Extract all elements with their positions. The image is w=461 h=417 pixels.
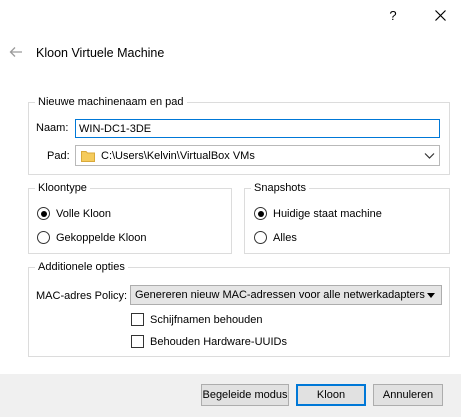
radio-button[interactable] — [37, 231, 50, 244]
guided-mode-button[interactable]: Begeleide modus — [201, 384, 289, 406]
checkbox[interactable] — [131, 335, 144, 348]
mac-policy-value: Genereren nieuw MAC-adressen voor alle n… — [135, 289, 425, 301]
snapshots-group: Snapshots — [244, 181, 450, 254]
radio-button[interactable] — [37, 207, 50, 220]
cancel-button[interactable]: Annuleren — [373, 384, 443, 406]
radio-label: Gekoppelde Kloon — [56, 231, 147, 244]
checkbox-label: Schijfnamen behouden — [150, 313, 263, 326]
radio-button[interactable] — [254, 231, 267, 244]
checkbox-keep-disk-names[interactable]: Schijfnamen behouden — [131, 313, 263, 326]
close-icon — [434, 9, 446, 21]
additional-options-legend: Additionele opties — [35, 260, 128, 274]
radio-current-state[interactable]: Huidige staat machine — [254, 207, 382, 220]
clone-type-group: Kloontype — [28, 181, 232, 254]
snapshots-legend: Snapshots — [251, 181, 309, 195]
clone-type-legend: Kloontype — [35, 181, 90, 195]
mac-policy-label: MAC-adres Policy: — [36, 290, 128, 302]
checkbox[interactable] — [131, 313, 144, 326]
dialog-title: Kloon Virtuele Machine — [36, 46, 165, 60]
close-button[interactable] — [425, 2, 455, 28]
radio-all[interactable]: Alles — [254, 231, 297, 244]
name-path-legend: Nieuwe machinenaam en pad — [35, 95, 187, 109]
path-combo[interactable]: C:\Users\Kelvin\VirtualBox VMs — [75, 145, 440, 166]
radio-linked-clone[interactable]: Gekoppelde Kloon — [37, 231, 147, 244]
help-button[interactable]: ? — [378, 2, 408, 28]
folder-icon — [81, 150, 95, 162]
path-value: C:\Users\Kelvin\VirtualBox VMs — [101, 149, 255, 162]
radio-label: Huidige staat machine — [273, 207, 382, 220]
name-label: Naam: — [36, 122, 69, 134]
radio-label: Alles — [273, 231, 297, 244]
path-label: Pad: — [47, 150, 70, 162]
checkbox-keep-hw-uuids[interactable]: Behouden Hardware-UUIDs — [131, 335, 287, 348]
name-field[interactable] — [75, 119, 440, 138]
chevron-down-icon — [424, 152, 435, 159]
back-button[interactable] — [6, 44, 26, 60]
clone-button[interactable]: Kloon — [296, 384, 366, 406]
radio-button[interactable] — [254, 207, 267, 220]
dropdown-arrow-icon — [427, 293, 435, 298]
checkbox-label: Behouden Hardware-UUIDs — [150, 335, 287, 348]
radio-label: Volle Kloon — [56, 207, 112, 220]
back-arrow-icon — [9, 47, 22, 57]
mac-policy-select[interactable]: Genereren nieuw MAC-adressen voor alle n… — [130, 285, 442, 305]
radio-full-clone[interactable]: Volle Kloon — [37, 207, 111, 220]
